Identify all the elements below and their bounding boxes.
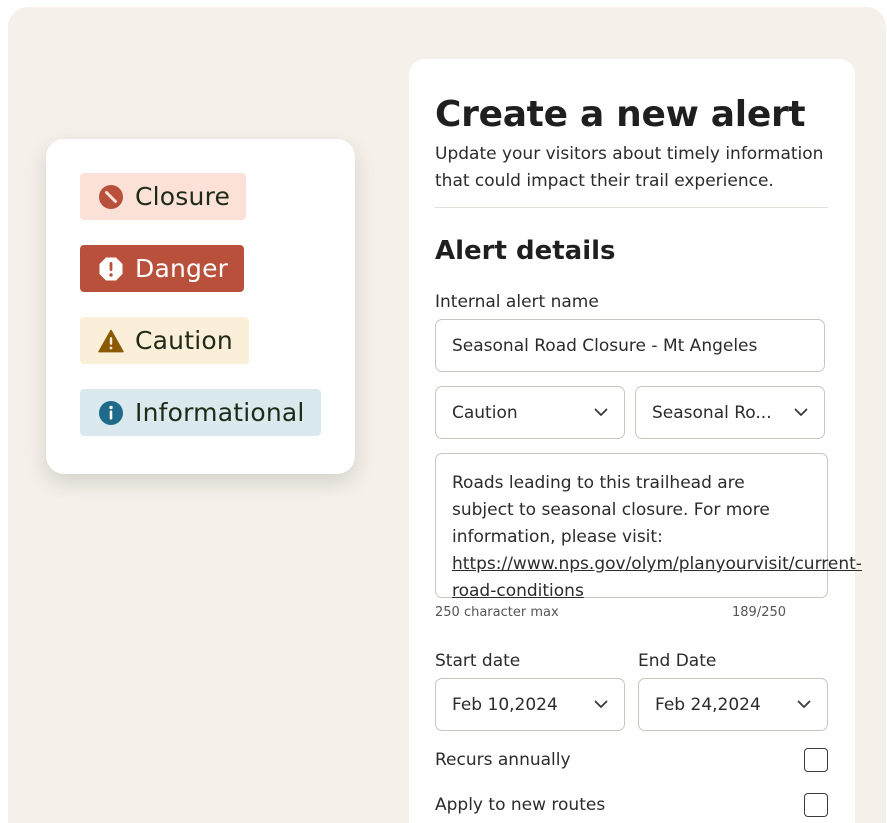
section-title: Alert details xyxy=(435,236,616,266)
char-max-hint: 250 character max xyxy=(435,605,559,620)
end-date-value: Feb 24,2024 xyxy=(655,694,761,715)
caution-badge-label: Caution xyxy=(135,326,233,355)
road-conditions-link[interactable]: https://www.nps.gov/olym/planyourvisit/c… xyxy=(452,554,862,601)
alert-type-value: Caution xyxy=(452,402,518,423)
alert-category-value: Seasonal Ro... xyxy=(652,402,772,423)
chevron-down-icon xyxy=(594,698,608,712)
start-date-value: Feb 10,2024 xyxy=(452,694,558,715)
apply-new-routes-label: Apply to new routes xyxy=(435,795,606,815)
end-date-select[interactable]: Feb 24,2024 xyxy=(638,678,828,731)
warning-icon xyxy=(98,328,124,354)
alert-type-select[interactable]: Caution xyxy=(435,386,625,439)
informational-badge: Informational xyxy=(80,389,321,436)
page-title: Create a new alert xyxy=(435,94,806,135)
page-background: Closure Danger Caution Informational Cre… xyxy=(8,7,886,823)
closure-badge: Closure xyxy=(80,173,247,220)
create-alert-form: Create a new alert Update your visitors … xyxy=(409,59,862,823)
caution-badge: Caution xyxy=(80,317,249,364)
alert-category-select[interactable]: Seasonal Ro... xyxy=(635,386,825,439)
alert-message-textarea[interactable]: Roads leading to this trailhead are subj… xyxy=(435,453,862,601)
page-subtitle: Update your visitors about timely inform… xyxy=(435,144,824,191)
start-date-select[interactable]: Feb 10,2024 xyxy=(435,678,625,731)
apply-new-routes-checkbox[interactable] xyxy=(804,793,828,817)
chevron-down-icon xyxy=(797,698,811,712)
alert-type-legend-card: Closure Danger Caution Informational xyxy=(46,139,355,474)
prohibited-icon xyxy=(98,184,124,210)
end-date-label: End Date xyxy=(638,651,717,671)
apply-new-routes-row: Apply to new routes xyxy=(435,793,828,817)
alert-name-input[interactable]: Seasonal Road Closure - Mt Angeles xyxy=(435,319,825,372)
start-date-label: Start date xyxy=(435,651,521,671)
chevron-down-icon xyxy=(594,406,608,420)
info-icon xyxy=(98,400,124,426)
danger-badge: Danger xyxy=(80,245,245,292)
danger-badge-label: Danger xyxy=(135,254,229,283)
recurs-annually-row: Recurs annually xyxy=(435,748,828,772)
divider xyxy=(435,207,828,208)
alert-message-text: Roads leading to this trailhead are subj… xyxy=(452,473,770,547)
char-count: 189/250 xyxy=(732,605,787,620)
chevron-down-icon xyxy=(794,406,808,420)
recurs-annually-label: Recurs annually xyxy=(435,750,571,770)
alert-name-label: Internal alert name xyxy=(435,292,599,312)
informational-badge-label: Informational xyxy=(135,398,305,427)
recurs-annually-checkbox[interactable] xyxy=(804,748,828,772)
closure-badge-label: Closure xyxy=(135,182,231,211)
alert-name-value: Seasonal Road Closure - Mt Angeles xyxy=(452,335,758,356)
exclamation-icon xyxy=(98,256,124,282)
